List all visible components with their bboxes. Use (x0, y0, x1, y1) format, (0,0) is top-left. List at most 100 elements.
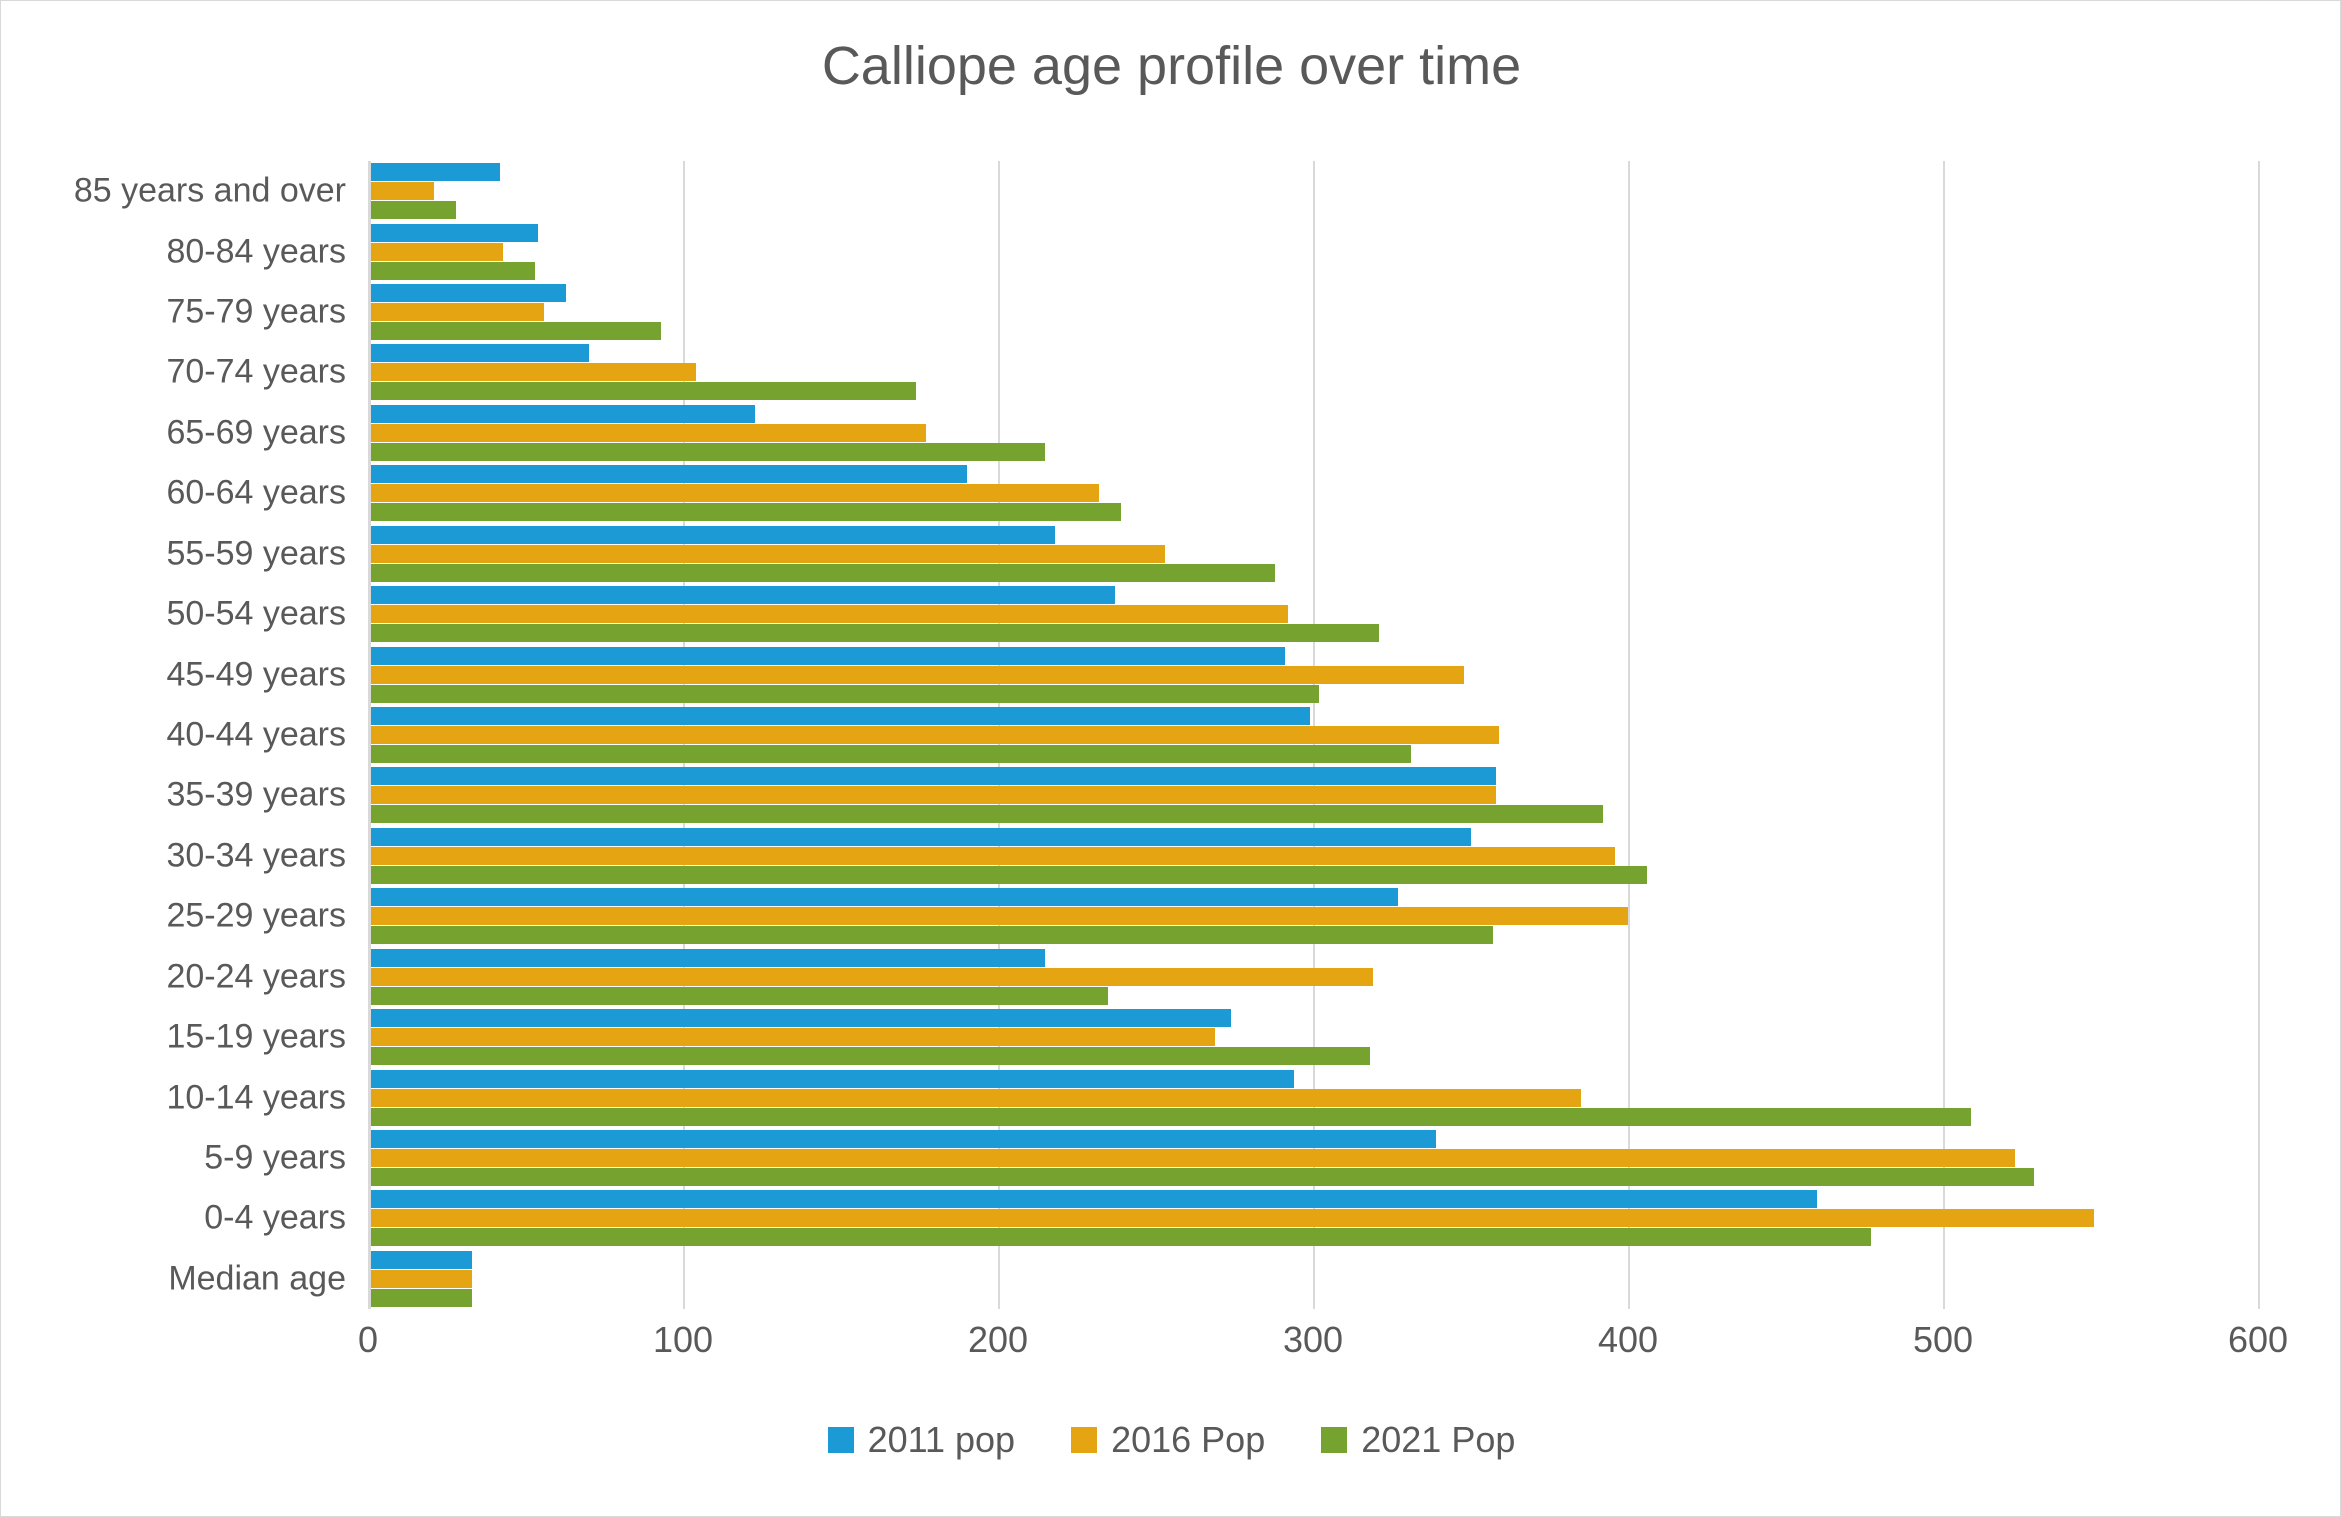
category-label: 15-19 years (166, 1017, 346, 1056)
bar-2016-pop[interactable] (368, 1028, 1216, 1047)
bar-2021-pop[interactable] (368, 1288, 472, 1307)
bar-group (368, 1250, 2258, 1307)
bar-2016-pop[interactable] (368, 1088, 1581, 1107)
bar-2021-pop[interactable] (368, 201, 457, 220)
legend-item[interactable]: 2011 pop (827, 1419, 1015, 1461)
bar-2021-pop[interactable] (368, 563, 1276, 582)
x-tick-label-500: 500 (1912, 1319, 1974, 1360)
bar-2016-pop[interactable] (368, 726, 1499, 744)
bar-2016-pop[interactable] (368, 605, 1288, 624)
bar-2016-pop[interactable] (368, 182, 435, 201)
bar-2011-pop[interactable] (368, 344, 589, 363)
category-label: 25-29 years (166, 896, 346, 935)
x-tick-label-100: 100 (652, 1319, 714, 1360)
bar-2016-pop[interactable] (368, 967, 1373, 986)
bar-2016-pop[interactable] (368, 1269, 472, 1288)
bar-2011-pop[interactable] (368, 827, 1471, 846)
value-axis-line (368, 161, 371, 1309)
gridline-600 (2258, 161, 2260, 1309)
category-label: 60-64 years (166, 473, 346, 512)
bar-2016-pop[interactable] (368, 544, 1165, 563)
category-label: 20-24 years (166, 957, 346, 996)
bar-2016-pop[interactable] (368, 907, 1628, 926)
bar-2016-pop[interactable] (368, 303, 545, 322)
bar-2021-pop[interactable] (368, 382, 917, 401)
bar-2011-pop[interactable] (368, 284, 567, 303)
bar-group (368, 586, 2258, 643)
category-label: 80-84 years (166, 232, 346, 271)
bar-2011-pop[interactable] (368, 586, 1115, 605)
bar-2011-pop[interactable] (368, 767, 1496, 786)
bar-2016-pop[interactable] (368, 846, 1616, 865)
bar-2016-pop[interactable] (368, 242, 504, 261)
bar-2021-pop[interactable] (368, 1047, 1370, 1066)
bar-2021-pop[interactable] (368, 261, 535, 280)
category-label: 70-74 years (166, 352, 346, 391)
category-label: 35-39 years (166, 775, 346, 814)
bar-group (368, 163, 2258, 220)
category-label: Median age (168, 1259, 346, 1298)
bar-2021-pop[interactable] (368, 503, 1121, 522)
bar-2016-pop[interactable] (368, 423, 926, 442)
bar-group (368, 948, 2258, 1005)
legend-item[interactable]: 2016 Pop (1071, 1419, 1265, 1461)
bar-2011-pop[interactable] (368, 948, 1046, 967)
legend-label: 2016 Pop (1111, 1419, 1266, 1460)
bar-2011-pop[interactable] (368, 1250, 472, 1269)
bar-2021-pop[interactable] (368, 442, 1046, 461)
bar-2021-pop[interactable] (368, 1107, 1972, 1126)
bar-2021-pop[interactable] (368, 684, 1320, 703)
x-tick-label-0: 0 (357, 1319, 379, 1360)
bar-2021-pop[interactable] (368, 624, 1380, 643)
bar-2016-pop[interactable] (368, 665, 1465, 684)
bar-group (368, 707, 2258, 763)
bar-2021-pop[interactable] (368, 745, 1411, 763)
bar-2011-pop[interactable] (368, 1129, 1436, 1148)
bar-2016-pop[interactable] (368, 363, 696, 382)
bar-2011-pop[interactable] (368, 223, 539, 242)
category-label: 75-79 years (166, 292, 346, 331)
bar-2021-pop[interactable] (368, 805, 1603, 824)
bar-group (368, 344, 2258, 401)
bar-group (368, 767, 2258, 824)
legend-swatch-icon (1321, 1427, 1348, 1453)
bar-2011-pop[interactable] (368, 707, 1310, 725)
bar-group (368, 284, 2258, 341)
category-label: 65-69 years (166, 413, 346, 452)
category-label: 40-44 years (166, 715, 346, 754)
bar-2011-pop[interactable] (368, 404, 756, 423)
bar-group (368, 1190, 2258, 1247)
legend-item[interactable]: 2021 Pop (1321, 1419, 1515, 1461)
bar-group (368, 404, 2258, 461)
bar-2011-pop[interactable] (368, 646, 1285, 665)
category-label: 0-4 years (204, 1198, 346, 1237)
bar-2021-pop[interactable] (368, 926, 1493, 945)
category-label: 55-59 years (166, 534, 346, 573)
legend-swatch-icon (827, 1427, 854, 1453)
bar-group (368, 888, 2258, 945)
bar-2016-pop[interactable] (368, 786, 1496, 805)
x-tick-label-400: 400 (1597, 1319, 1659, 1360)
category-label: 10-14 years (166, 1078, 346, 1117)
bar-2011-pop[interactable] (368, 525, 1055, 544)
bar-2021-pop[interactable] (368, 322, 661, 341)
bar-2011-pop[interactable] (368, 888, 1399, 907)
bar-2016-pop[interactable] (368, 1148, 2016, 1167)
bar-2011-pop[interactable] (368, 465, 967, 484)
bar-2011-pop[interactable] (368, 163, 501, 182)
bar-2016-pop[interactable] (368, 484, 1099, 503)
bar-2011-pop[interactable] (368, 1009, 1232, 1028)
bar-2021-pop[interactable] (368, 1167, 2035, 1186)
bar-2011-pop[interactable] (368, 1069, 1295, 1088)
chart-legend: 2011 pop 2016 Pop 2021 Pop (1, 1419, 2341, 1461)
bar-group (368, 525, 2258, 582)
category-label: 45-49 years (166, 655, 346, 694)
bar-2021-pop[interactable] (368, 986, 1109, 1005)
bar-group (368, 646, 2258, 703)
bar-2021-pop[interactable] (368, 865, 1647, 884)
category-label: 50-54 years (166, 594, 346, 633)
value-axis-labels: 0 100 200 300 400 500 600 (1, 1319, 2341, 1379)
bar-2016-pop[interactable] (368, 1209, 2095, 1228)
bar-2011-pop[interactable] (368, 1190, 1817, 1209)
bar-2021-pop[interactable] (368, 1228, 1871, 1247)
